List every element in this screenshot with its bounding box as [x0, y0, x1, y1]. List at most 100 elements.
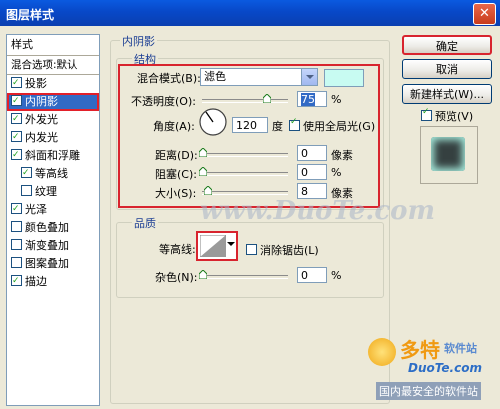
size-slider[interactable]: [202, 186, 288, 195]
blend-mode-select[interactable]: 滤色: [200, 68, 318, 86]
style-item-label: 渐变叠加: [25, 239, 69, 252]
style-item-label: 光泽: [25, 203, 47, 216]
opacity-slider-thumb[interactable]: [262, 94, 271, 103]
title-bar[interactable]: 图层样式 ✕: [0, 0, 500, 26]
chevron-down-icon: [301, 69, 317, 85]
style-item-checkbox[interactable]: [11, 74, 22, 92]
size-label: 大小(S):: [155, 187, 197, 200]
opacity-value: 75: [301, 93, 315, 106]
choke-value: 0: [301, 166, 308, 179]
blend-mode-label: 混合模式(B):: [137, 72, 201, 85]
contour-preview-icon: [200, 235, 226, 257]
distance-value: 0: [301, 147, 308, 160]
distance-label: 距离(D):: [155, 149, 198, 162]
style-item[interactable]: 纹理: [7, 183, 99, 201]
duote-logo: 多特 软件站 DuoTe.com 国内最安全的软件站: [368, 330, 498, 405]
style-item-checkbox[interactable]: [11, 257, 22, 268]
global-light-check[interactable]: [289, 117, 300, 131]
style-item-checkbox[interactable]: [11, 221, 22, 232]
style-item[interactable]: 等高线: [7, 164, 99, 183]
site-watermark: www.DuoTe.com: [200, 196, 436, 226]
preview-thumbnail: [420, 126, 478, 184]
style-item[interactable]: 斜面和浮雕: [7, 146, 99, 165]
style-item[interactable]: 内发光: [7, 128, 99, 147]
preview-checkbox[interactable]: 预览(V): [421, 107, 474, 124]
style-item-label: 斜面和浮雕: [25, 149, 80, 162]
style-list: 样式 混合选项:默认 投影内阴影外发光内发光斜面和浮雕等高线纹理光泽颜色叠加渐变…: [6, 34, 100, 406]
distance-slider[interactable]: [199, 148, 288, 157]
style-list-header[interactable]: 样式: [7, 35, 99, 56]
noise-slider-thumb[interactable]: [199, 270, 207, 279]
style-item-checkbox[interactable]: [11, 200, 22, 218]
cancel-button[interactable]: 取消: [402, 59, 492, 79]
contour-picker[interactable]: [196, 231, 238, 261]
new-style-label: 新建样式(W)...: [410, 88, 484, 101]
style-item[interactable]: 外发光: [7, 110, 99, 129]
preview-check[interactable]: [421, 107, 432, 121]
style-item[interactable]: 投影: [7, 74, 99, 93]
preview-label: 预览(V): [435, 110, 474, 123]
style-item[interactable]: 描边: [7, 272, 99, 291]
style-item[interactable]: 图案叠加: [7, 255, 99, 273]
choke-unit: %: [331, 166, 342, 179]
inner-shadow-title: 内阴影: [120, 33, 157, 49]
noise-input[interactable]: 0: [297, 267, 327, 283]
style-item-label: 内发光: [25, 131, 58, 144]
antialias-checkbox[interactable]: 消除锯齿(L): [246, 242, 319, 258]
ok-button[interactable]: 确定: [402, 35, 492, 55]
style-item-label: 等高线: [35, 167, 68, 180]
style-item[interactable]: 颜色叠加: [7, 219, 99, 237]
ok-label: 确定: [436, 40, 458, 53]
style-item[interactable]: 内阴影: [7, 92, 99, 111]
style-item-checkbox[interactable]: [21, 185, 32, 196]
noise-slider[interactable]: [199, 270, 288, 279]
close-icon: ✕: [479, 6, 490, 21]
close-button[interactable]: ✕: [473, 3, 496, 25]
noise-label: 杂色(N):: [155, 271, 198, 284]
choke-input[interactable]: 0: [297, 164, 327, 180]
style-item-checkbox[interactable]: [11, 128, 22, 146]
antialias-check[interactable]: [246, 244, 257, 255]
opacity-unit: %: [331, 93, 342, 106]
angle-label: 角度(A):: [153, 120, 195, 133]
style-item[interactable]: 光泽: [7, 200, 99, 219]
blend-mode-value: 滤色: [204, 70, 226, 83]
distance-unit: 像素: [331, 149, 353, 162]
choke-slider[interactable]: [199, 167, 288, 176]
style-item-label: 外发光: [25, 113, 58, 126]
preview-swatch: [431, 137, 465, 171]
style-item-label: 描边: [25, 275, 47, 288]
new-style-button[interactable]: 新建样式(W)...: [402, 84, 492, 104]
layer-style-dialog: 图层样式 ✕ 样式 混合选项:默认 投影内阴影外发光内发光斜面和浮雕等高线纹理光…: [0, 0, 500, 409]
style-item-checkbox[interactable]: [11, 110, 22, 128]
opacity-input[interactable]: 75: [297, 91, 327, 107]
angle-dial[interactable]: [198, 107, 228, 137]
blend-options-default[interactable]: 混合选项:默认: [7, 56, 99, 75]
style-item[interactable]: 渐变叠加: [7, 237, 99, 255]
angle-value: 120: [236, 119, 257, 132]
style-item-checkbox[interactable]: [11, 92, 22, 110]
contour-label: 等高线:: [159, 243, 196, 256]
size-slider-thumb[interactable]: [204, 186, 212, 195]
logo-tag: 国内最安全的软件站: [376, 382, 481, 400]
global-light-checkbox[interactable]: 使用全局光(G): [289, 117, 375, 134]
style-item-checkbox[interactable]: [11, 239, 22, 250]
logo-main: 多特: [400, 338, 440, 362]
choke-slider-thumb[interactable]: [199, 167, 207, 176]
distance-input[interactable]: 0: [297, 145, 327, 161]
distance-slider-thumb[interactable]: [199, 148, 207, 157]
style-item-label: 纹理: [35, 185, 57, 198]
style-item-checkbox[interactable]: [11, 272, 22, 290]
style-item-label: 内阴影: [25, 95, 58, 108]
style-item-label: 投影: [25, 77, 47, 90]
blend-color-swatch[interactable]: [324, 69, 364, 87]
duote-mascot-icon: [368, 338, 396, 366]
angle-input[interactable]: 120: [232, 117, 268, 133]
opacity-slider[interactable]: [202, 94, 288, 103]
style-item-checkbox[interactable]: [11, 146, 22, 164]
logo-sub: 软件站: [444, 342, 477, 355]
window-title: 图层样式: [6, 8, 55, 22]
style-item-label: 图案叠加: [25, 257, 69, 270]
style-item-checkbox[interactable]: [21, 164, 32, 182]
contour-dropdown-arrow-icon[interactable]: [227, 242, 235, 250]
